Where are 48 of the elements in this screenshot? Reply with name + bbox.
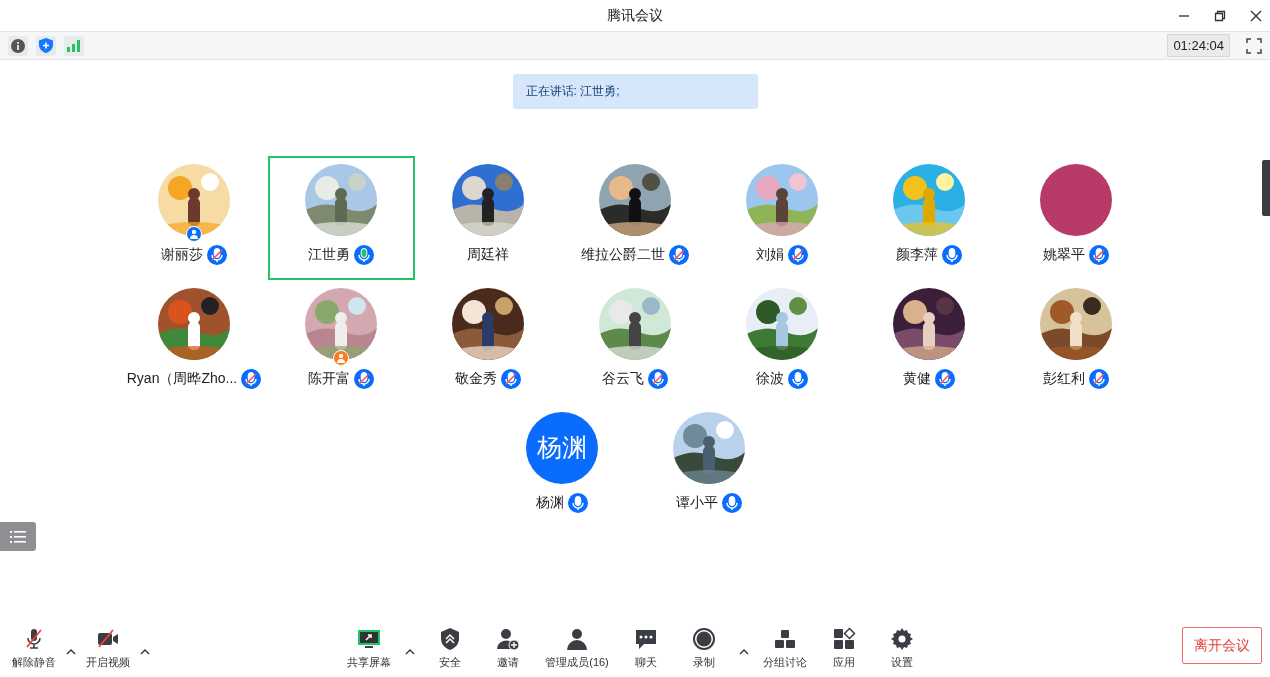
- toolbar-button[interactable]: 应用: [818, 627, 869, 671]
- participant-name: 徐波: [756, 369, 784, 388]
- participant-name: 陈开富: [308, 369, 350, 388]
- participant-name: 杨渊: [535, 493, 564, 512]
- participant-name: 谭小平: [675, 493, 718, 512]
- shield-icon[interactable]: [36, 35, 56, 56]
- record-icon: [691, 627, 716, 651]
- toolbar-button[interactable]: 设置: [876, 627, 927, 671]
- toolbar-button[interactable]: 管理成员(16): [541, 627, 613, 671]
- toolbar-button[interactable]: 共享屏幕: [343, 627, 396, 671]
- leave-meeting-button[interactable]: 离开会议: [1182, 627, 1262, 664]
- add-person-icon: [496, 627, 521, 651]
- close-icon[interactable]: [1250, 9, 1262, 22]
- toolbar-button[interactable]: 聊天: [620, 627, 671, 671]
- participant-name: 周廷祥: [467, 245, 509, 264]
- meeting-timer: 01:24:04: [1167, 33, 1230, 58]
- avatar: 杨渊: [525, 412, 598, 484]
- participant-name: 维拉公爵二世: [581, 245, 665, 264]
- participant-name: 敬金秀: [455, 369, 497, 388]
- participant-name: 黄健: [903, 369, 931, 388]
- side-handle[interactable]: [1262, 160, 1270, 216]
- apps-icon: [831, 627, 856, 651]
- info-icon[interactable]: [8, 35, 28, 56]
- toolbar-button[interactable]: 录制: [678, 627, 729, 671]
- settings-icon: [889, 627, 914, 651]
- window-title: 腾讯会议: [607, 7, 663, 23]
- toolbar-button[interactable]: 开启视频: [82, 627, 134, 671]
- toolbar-button[interactable]: 解除静音: [8, 627, 60, 671]
- list-button[interactable]: [0, 522, 36, 551]
- participant-name: 江世勇: [308, 245, 350, 264]
- participant-name: 姚翠平: [1043, 245, 1085, 264]
- active-speaker-frame[interactable]: 江世勇: [267, 156, 415, 280]
- blocks-icon: [772, 627, 797, 651]
- list-icon: [10, 529, 26, 544]
- participant-name: 谷云飞: [602, 369, 644, 388]
- fullscreen-icon[interactable]: [1246, 37, 1262, 54]
- toolbar-button[interactable]: 邀请: [483, 627, 534, 671]
- participant-name: 颜李萍: [896, 245, 938, 264]
- participant-name: 谢丽莎: [161, 245, 203, 264]
- speaking-banner: 正在讲话: 江世勇;: [512, 74, 758, 109]
- toolbar-button[interactable]: 分组讨论: [758, 627, 811, 671]
- participant-name: 刘娟: [756, 245, 784, 264]
- restore-icon[interactable]: [1214, 9, 1226, 22]
- share-screen-icon: [357, 627, 382, 651]
- participant-name: Ryan（周晔Zho...: [126, 369, 238, 388]
- chat-icon: [633, 627, 658, 651]
- participant-name: 彭红利: [1043, 369, 1085, 388]
- toolbar-button[interactable]: 安全: [425, 627, 476, 671]
